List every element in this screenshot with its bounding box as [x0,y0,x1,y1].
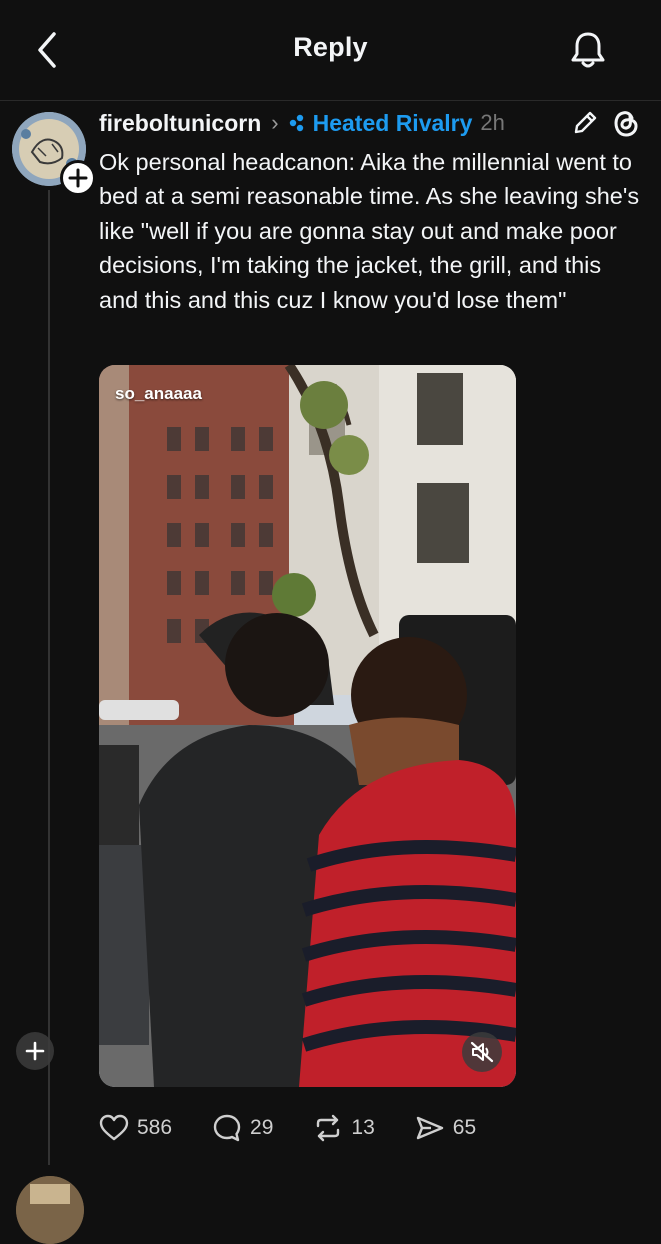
video-overlay-handle: so_anaaaa [115,384,202,403]
repost-icon [317,1114,340,1142]
post-meta: fireboltunicorn › Heated Rivalry 2h [99,106,505,140]
reply-button[interactable]: 29 [212,1113,273,1143]
top-bar: Reply [0,0,661,101]
reply-count: 29 [250,1116,274,1139]
repost-count: 13 [351,1116,375,1139]
threads-logo-icon[interactable] [610,106,642,140]
community-name: Heated Rivalry [312,109,473,136]
video-frame-image [99,365,516,1087]
share-count: 65 [452,1116,477,1139]
share-button[interactable]: 65 [415,1113,476,1143]
plus-icon [25,1041,45,1061]
comment-icon [213,1114,241,1142]
send-icon [416,1116,443,1140]
follow-button[interactable] [60,160,96,196]
video-player[interactable]: so_anaaaa [99,365,516,1087]
post-text: Ok personal headcanon: Aika the millenni… [99,149,640,313]
chevron-right-icon: › [271,110,279,135]
pencil-icon [574,111,597,134]
mute-toggle-button[interactable] [462,1032,502,1072]
username[interactable]: fireboltunicorn [99,110,261,137]
media-add-button[interactable] [16,1032,54,1070]
avatar-image [16,1176,84,1244]
like-count: 586 [137,1116,173,1139]
post-actions: 586 29 13 65 [99,1108,476,1148]
repost-button[interactable]: 13 [313,1113,375,1143]
edit-button[interactable] [570,108,600,138]
plus-icon [68,168,88,188]
heart-icon [99,1114,129,1141]
page-title: Reply [293,32,368,62]
next-reply-avatar[interactable] [16,1176,84,1244]
timestamp: 2h [480,110,505,135]
community-link[interactable]: Heated Rivalry [287,109,473,137]
thread-line [48,190,50,1165]
notifications-button[interactable] [566,28,610,72]
community-dots-icon [289,114,303,132]
bell-icon [571,32,605,68]
speaker-muted-icon [470,1041,494,1063]
like-button[interactable]: 586 [99,1114,172,1142]
